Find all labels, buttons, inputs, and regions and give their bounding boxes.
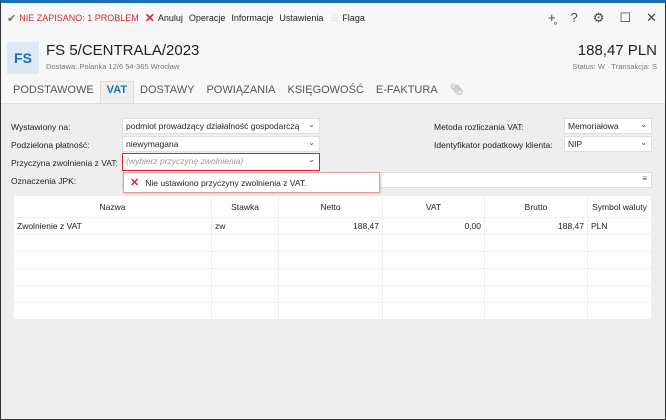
status-text: Status: W · Transakcja: S [572, 62, 657, 71]
cell-net: 188,47 [279, 218, 382, 234]
tab-ksiegowosc[interactable]: KSIĘGOWOŚĆ [282, 81, 370, 103]
tab-vat[interactable]: VAT [99, 81, 135, 103]
delivery-address: Dostawa: Polanka 12/6 54-365 Wrocław [46, 62, 180, 71]
page-title: FS 5/CENTRALA/2023 [46, 42, 200, 59]
chevron-down-icon: ⌄ [308, 120, 315, 129]
empty-row[interactable] [14, 235, 651, 251]
validation-error-tooltip: ✕ Nie ustawiono przyczyny zwolnienia z VA… [123, 172, 380, 193]
empty-row[interactable] [14, 269, 651, 285]
split-label: Podzielona płatność: [11, 140, 90, 150]
chevron-down-icon: ⌄ [308, 155, 315, 164]
tab-e-faktura[interactable]: E-FAKTURA [370, 81, 444, 103]
add-icon[interactable]: +̥ [548, 10, 556, 26]
taxid-select[interactable]: NIP ⌄ [564, 136, 652, 152]
empty-row[interactable] [14, 303, 651, 319]
method-label: Metoda rozliczania VAT: [434, 122, 524, 132]
info-menu[interactable]: Informacje [231, 13, 273, 23]
flag-button[interactable]: ☆ Flaga [329, 12, 364, 25]
issued-select[interactable]: podmiot prowadzący działalność gospodarc… [122, 118, 320, 134]
toolbar: ✔ NIE ZAPISANO: 1 PROBLEM ✕ Anuluj Operacj… [1, 3, 665, 33]
reason-select[interactable]: (wybierz przyczynę zwolnienia) ⌄ [122, 153, 320, 171]
column-header[interactable]: Nazwa [14, 196, 211, 217]
taxid-label: Identyfikator podatkowy klienta: [434, 140, 553, 150]
tab-bar: PODSTAWOWE VAT DOSTAWY POWIĄZANIA KSIĘGO… [1, 80, 665, 104]
cell-rate: zw [212, 218, 278, 234]
table-header: Nazwa Stawka Netto VAT Brutto Symbol wal… [14, 196, 651, 217]
window: ✔ NIE ZAPISANO: 1 PROBLEM ✕ Anuluj Operacj… [0, 0, 666, 420]
error-icon: ✕ [130, 177, 140, 189]
issued-label: Wystawiony na: [11, 122, 71, 132]
empty-row[interactable] [14, 286, 651, 302]
split-select[interactable]: niewymagana ⌄ [122, 136, 320, 152]
chevron-down-icon: ⌄ [308, 138, 315, 147]
close-icon: ✕ [144, 11, 155, 25]
save-status[interactable]: ✔ NIE ZAPISANO: 1 PROBLEM [7, 12, 139, 25]
document-type-logo: FS [7, 42, 39, 74]
vat-table: Nazwa Stawka Netto VAT Brutto Symbol wal… [13, 195, 652, 320]
check-icon: ✔ [7, 12, 17, 25]
column-header[interactable]: Brutto [485, 196, 587, 217]
maximize-icon[interactable]: ☐ [619, 10, 631, 26]
paperclip-icon[interactable]: 📎︎ [444, 81, 470, 103]
tab-podstawowe[interactable]: PODSTAWOWE [7, 81, 100, 103]
chevron-down-icon: ⌄ [640, 138, 647, 147]
cell-currency: PLN [588, 218, 651, 234]
column-header[interactable]: Symbol waluty [588, 196, 651, 217]
document-header: FS FS 5/CENTRALA/2023 Dostawa: Polanka 1… [1, 33, 665, 80]
cell-name: Zwolnienie z VAT [14, 218, 211, 234]
jpk-label: Oznaczenia JPK: [11, 176, 77, 186]
settings-menu[interactable]: Ustawienia [279, 13, 323, 23]
table-row[interactable]: Zwolnienie z VAT zw 188,47 0,00 188,47 P… [14, 218, 651, 234]
tab-dostawy[interactable]: DOSTAWY [134, 81, 200, 103]
cell-vat: 0,00 [383, 218, 484, 234]
column-header[interactable]: VAT [383, 196, 484, 217]
cancel-button[interactable]: ✕ Anuluj [145, 11, 183, 25]
menu-icon[interactable]: ≡ [642, 174, 647, 183]
operations-menu[interactable]: Operacje [189, 13, 226, 23]
total-amount: 188,47 PLN [577, 42, 657, 59]
gear-icon[interactable]: ⚙ [593, 10, 605, 26]
empty-row[interactable] [14, 252, 651, 268]
help-icon[interactable]: ? [571, 10, 578, 26]
column-header[interactable]: Stawka [212, 196, 278, 217]
method-select[interactable]: Memoriałowa ⌄ [564, 118, 652, 134]
reason-label: Przyczyna zwolnienia z VAT: [11, 158, 118, 168]
close-window-icon[interactable]: ✕ [646, 10, 657, 26]
cell-gross: 188,47 [485, 218, 587, 234]
column-header[interactable]: Netto [279, 196, 382, 217]
chevron-down-icon: ⌄ [640, 120, 647, 129]
tab-powiazania[interactable]: POWIĄZANIA [200, 81, 281, 103]
star-icon: ☆ [329, 12, 340, 25]
